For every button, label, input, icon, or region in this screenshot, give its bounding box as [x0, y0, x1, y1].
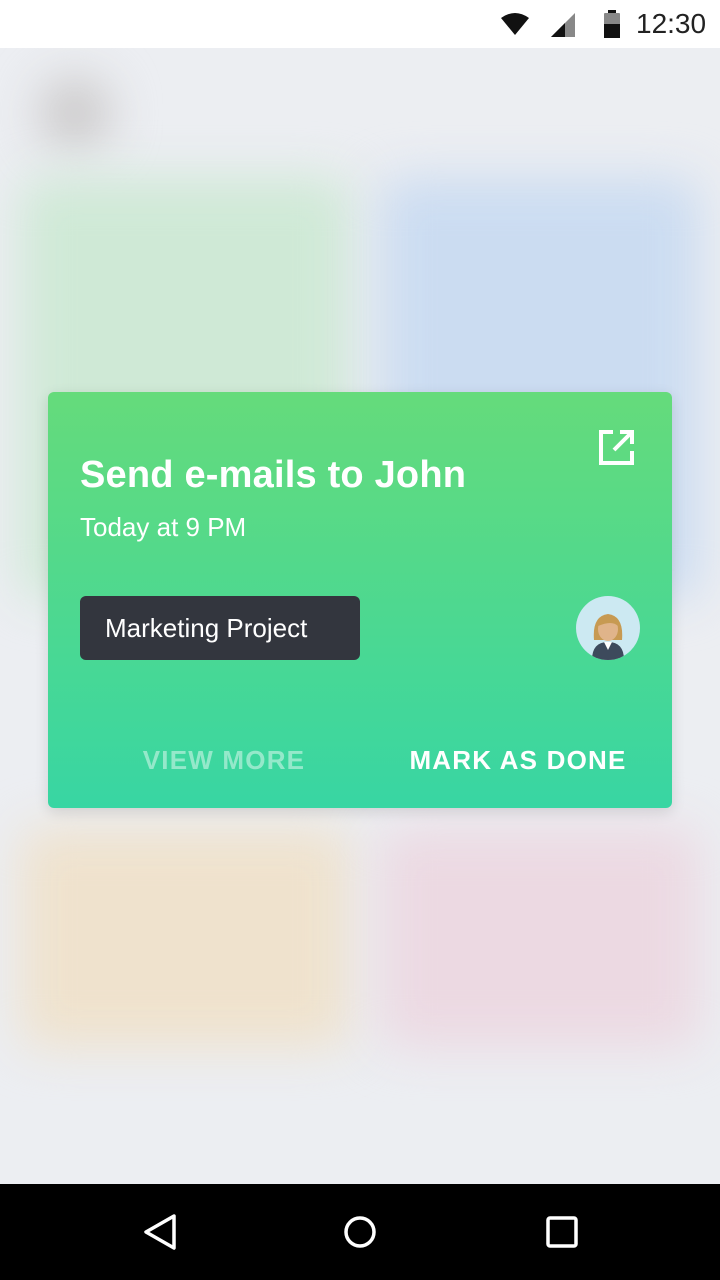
signal-icon — [551, 13, 575, 37]
home-icon[interactable] — [336, 1208, 384, 1256]
status-clock: 12:30 — [636, 8, 707, 39]
assignee-avatar[interactable] — [576, 596, 640, 660]
wifi-icon — [501, 13, 529, 35]
view-more-button[interactable]: VIEW MORE — [104, 738, 344, 782]
task-title: Send e-mails to John — [80, 454, 467, 496]
blurred-avatar — [40, 78, 110, 148]
project-tag[interactable]: Marketing Project — [80, 596, 360, 660]
mark-as-done-button[interactable]: MARK AS DONE — [388, 738, 648, 782]
battery-icon — [604, 10, 620, 38]
blurred-card-orange — [20, 828, 350, 1048]
task-time: Today at 9 PM — [80, 512, 247, 542]
person-avatar-icon — [592, 614, 624, 660]
navigation-bar — [0, 1184, 720, 1280]
recents-icon[interactable] — [538, 1208, 586, 1256]
open-in-new-icon[interactable] — [596, 428, 636, 468]
task-card: Send e-mails to John Today at 9 PM Marke… — [48, 392, 672, 808]
back-icon[interactable] — [136, 1208, 184, 1256]
blurred-card-pink — [380, 828, 700, 1048]
status-bar: 12:30 — [0, 0, 720, 48]
